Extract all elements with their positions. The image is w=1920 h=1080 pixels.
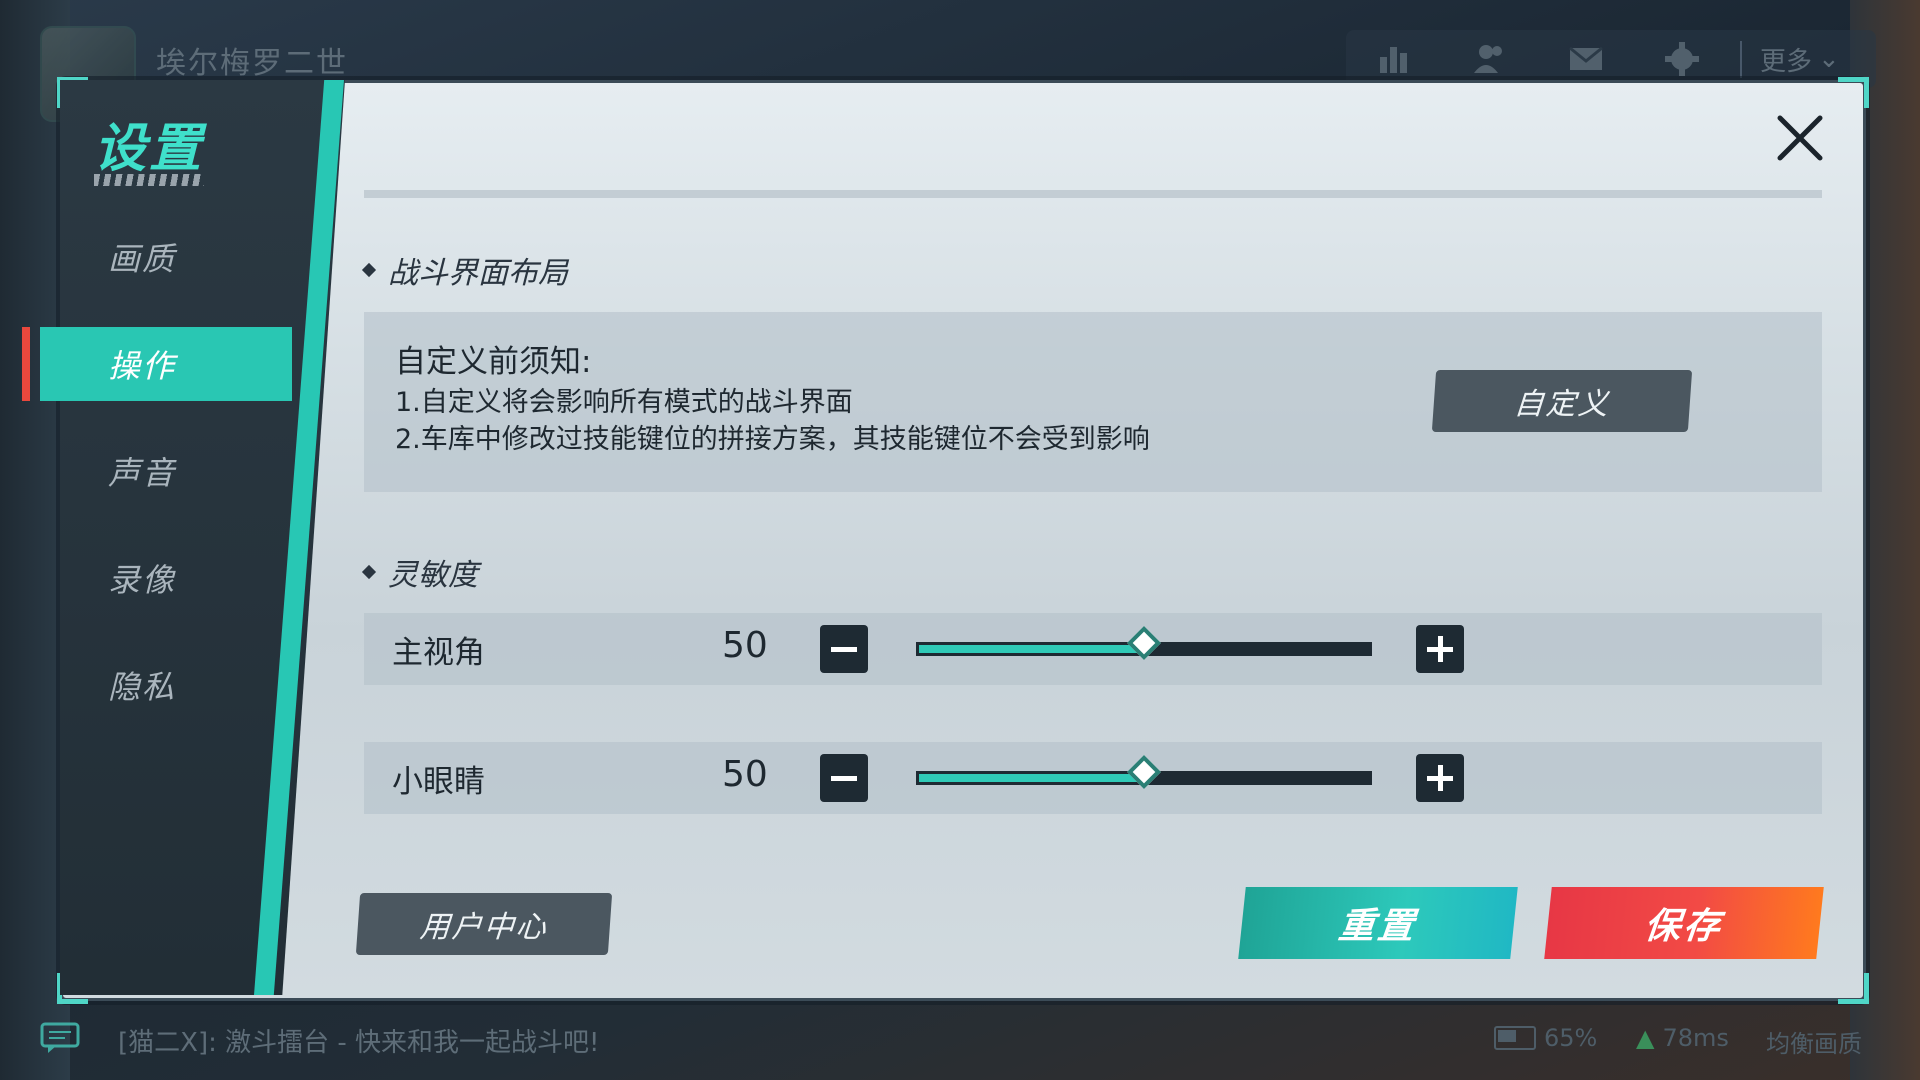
- row-label: 小眼睛: [392, 764, 485, 800]
- battery-icon: [1494, 1026, 1536, 1050]
- row-value: 50: [722, 625, 768, 666]
- active-marker: [22, 327, 30, 401]
- customize-button[interactable]: 自定义: [1431, 370, 1693, 432]
- sidebar-item-privacy[interactable]: 隐私: [60, 648, 320, 722]
- minus-icon: [831, 775, 857, 781]
- sidebar-item-sound[interactable]: 声音: [60, 434, 320, 508]
- header-divider: [364, 190, 1822, 198]
- sidebar-item-recording[interactable]: 录像: [60, 541, 320, 615]
- battery-text: 65%: [1544, 1024, 1598, 1052]
- save-button[interactable]: 保存: [1544, 887, 1824, 959]
- notice-title: 自定义前须知:: [395, 344, 592, 380]
- slider-fill: [919, 774, 1144, 782]
- slider-fill: [919, 645, 1144, 653]
- section-heading-layout: 战斗界面布局: [361, 248, 568, 292]
- increase-button[interactable]: [1416, 754, 1464, 802]
- section-heading-text: 战斗界面布局: [388, 256, 568, 291]
- ping-status: ▲ 78ms: [1636, 1024, 1729, 1052]
- slider-thumb[interactable]: [1127, 755, 1161, 789]
- slider-track[interactable]: [916, 755, 1372, 789]
- row-value: 50: [722, 754, 768, 795]
- sidebar-item-controls[interactable]: 操作: [40, 327, 292, 401]
- section-heading-text: 灵敏度: [388, 558, 478, 593]
- corner-deco: [1838, 77, 1869, 108]
- decrease-button[interactable]: [820, 754, 868, 802]
- user-center-button[interactable]: 用户中心: [355, 893, 613, 955]
- notice-line-1: 1.自定义将会影响所有模式的战斗界面: [395, 387, 853, 418]
- slider-track[interactable]: [916, 626, 1372, 660]
- battery-status: 65%: [1494, 1024, 1597, 1052]
- decrease-button[interactable]: [820, 625, 868, 673]
- sensitivity-row-main-view: 主视角 50: [364, 613, 1822, 685]
- increase-button[interactable]: [1416, 625, 1464, 673]
- corner-deco: [1838, 973, 1869, 1004]
- close-button[interactable]: [1770, 108, 1830, 168]
- chat-icon[interactable]: [40, 1022, 80, 1054]
- wifi-icon: ▲: [1636, 1024, 1655, 1052]
- sensitivity-row-small-eye: 小眼睛 50: [364, 742, 1822, 814]
- more-label: 更多: [1760, 46, 1813, 77]
- diamond-bullet-icon: [361, 564, 377, 580]
- sidebar-item-graphics[interactable]: 画质: [60, 220, 320, 294]
- reset-button[interactable]: 重置: [1238, 887, 1518, 959]
- chevron-down-icon: ⌄: [1818, 44, 1840, 74]
- chat-message[interactable]: [猫二X]: 激斗擂台 - 快来和我一起战斗吧!: [118, 1022, 599, 1059]
- quality-status: 均衡画质: [1766, 1030, 1862, 1058]
- title-decoration: [94, 174, 204, 186]
- player-name: 埃尔梅罗二世: [156, 46, 348, 81]
- row-label: 主视角: [392, 635, 485, 671]
- more-menu[interactable]: 更多 ⌄: [1740, 40, 1840, 78]
- ping-text: 78ms: [1662, 1024, 1729, 1052]
- minus-icon: [831, 646, 857, 652]
- notice-line-2: 2.车库中修改过技能键位的拼接方案，其技能键位不会受到影响: [395, 424, 1150, 455]
- slider-thumb[interactable]: [1127, 626, 1161, 660]
- page-title: 设置: [94, 119, 205, 179]
- diamond-bullet-icon: [361, 262, 377, 278]
- close-icon: [1777, 115, 1823, 161]
- section-heading-sensitivity: 灵敏度: [361, 550, 478, 594]
